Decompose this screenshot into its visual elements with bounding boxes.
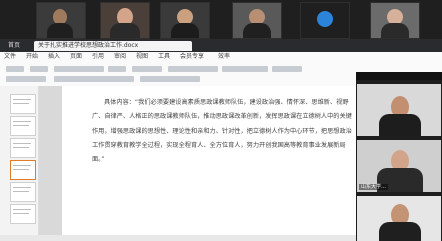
- menu-review[interactable]: 审阅: [114, 53, 126, 61]
- clipboard-icon[interactable]: [6, 66, 24, 72]
- video-tile[interactable]: [370, 2, 420, 39]
- participant-body: [110, 23, 140, 38]
- page-thumbnail[interactable]: [10, 204, 36, 224]
- panel-controls[interactable]: [356, 72, 442, 80]
- video-tile[interactable]: [100, 2, 150, 39]
- menu-reference[interactable]: 引用: [92, 53, 104, 61]
- participant-body: [379, 222, 421, 241]
- menu-view[interactable]: 视图: [136, 53, 148, 61]
- participant-body: [381, 23, 409, 38]
- page-thumbnail-selected[interactable]: [10, 160, 36, 180]
- find-replace-icon[interactable]: [272, 66, 302, 72]
- menu-page[interactable]: 页面: [70, 53, 82, 61]
- tab-home[interactable]: 首页: [4, 41, 24, 51]
- menu-tools[interactable]: 工具: [158, 53, 170, 61]
- toolbar-row-2-icons[interactable]: [140, 76, 200, 82]
- styles-gallery[interactable]: [222, 66, 268, 72]
- bold-italic-underline-icons[interactable]: [132, 66, 162, 72]
- microphone-icon: [317, 11, 333, 27]
- participant-body: [47, 23, 73, 38]
- menu-file[interactable]: 文件: [4, 53, 16, 61]
- paragraph-format-icons[interactable]: [168, 66, 218, 72]
- menu-home[interactable]: 开始: [26, 53, 38, 61]
- participant-tile[interactable]: [357, 196, 441, 241]
- font-size-select[interactable]: [108, 66, 126, 72]
- video-tile[interactable]: [160, 2, 210, 39]
- video-tile[interactable]: [300, 2, 350, 39]
- page-thumbnail[interactable]: [10, 138, 36, 158]
- page-thumbnail[interactable]: [10, 182, 36, 202]
- page-thumbnail[interactable]: [10, 94, 36, 114]
- document-paragraph[interactable]: 具体内容：“我们必须要建设高素质思政课教师队伍，建设政治强、情怀深、思维新、视野…: [92, 96, 356, 167]
- menu-efficiency[interactable]: 效率: [218, 53, 230, 61]
- toolbar-row-2-icons[interactable]: [54, 76, 134, 82]
- format-painter-icon[interactable]: [30, 66, 48, 72]
- video-tile[interactable]: [232, 2, 282, 39]
- document-page[interactable]: 具体内容：“我们必须要建设高素质思政课教师队伍，建设政治强、情怀深、思维新、视野…: [62, 86, 356, 235]
- participant-body: [171, 23, 199, 38]
- menu-insert[interactable]: 插入: [48, 53, 60, 61]
- page-thumbnail[interactable]: [10, 116, 36, 136]
- font-family-select[interactable]: [54, 66, 104, 72]
- video-tile[interactable]: [36, 2, 86, 39]
- participant-body: [243, 23, 271, 38]
- toolbar-row-2-icons[interactable]: [6, 76, 46, 82]
- participant-tile[interactable]: [357, 84, 441, 136]
- tab-document[interactable]: 关于扎实推进学校思想政治工作.docx: [34, 41, 192, 51]
- menu-member[interactable]: 会员专享: [180, 53, 204, 61]
- participant-body: [379, 114, 421, 136]
- participant-label: 山东大学…: [359, 184, 389, 190]
- participant-tile[interactable]: 山东大学…: [357, 140, 441, 192]
